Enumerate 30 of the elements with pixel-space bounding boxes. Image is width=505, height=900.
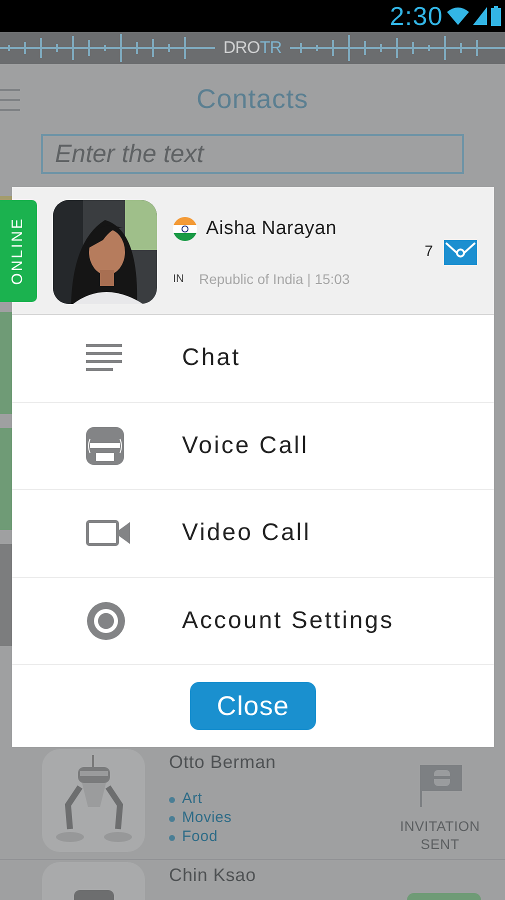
country-code: IN (173, 272, 184, 287)
video-camera-icon (86, 520, 130, 546)
contact-name: Otto Berman (169, 751, 276, 774)
logo-text: TR (260, 37, 282, 60)
online-badge: ONLINE (0, 200, 37, 302)
invitation-status: INVITATION SENT (399, 817, 481, 853)
envelope-icon[interactable] (444, 240, 477, 265)
search-field[interactable]: Enter the text (41, 134, 464, 174)
location-time: Republic of India | 15:03 (199, 270, 350, 289)
contact-name: Chin Ksao (169, 864, 256, 887)
signal-icon (473, 7, 487, 25)
bullet-icon (169, 796, 175, 802)
flag-icon (418, 763, 462, 807)
contact-name: Aisha Narayan (206, 217, 337, 241)
menu-item[interactable]: Chat (12, 315, 494, 402)
unread-count: 7 (424, 242, 433, 262)
menu-item[interactable]: Account Settings (12, 578, 494, 665)
clock: 2:30 (390, 3, 443, 29)
battery-icon (491, 6, 501, 26)
page-title: Contacts (196, 82, 308, 116)
settings-icon (86, 600, 126, 641)
flag-icon (173, 217, 197, 242)
wifi-icon (447, 7, 469, 25)
menu-item[interactable]: Video Call (12, 490, 494, 578)
bullet-icon (169, 816, 175, 822)
close-button[interactable]: Close (190, 682, 316, 730)
lines-icon (86, 344, 122, 372)
logo-text: DRO (223, 37, 260, 60)
menu-item[interactable]: Voice Call (12, 402, 494, 490)
bullet-icon (169, 834, 175, 840)
